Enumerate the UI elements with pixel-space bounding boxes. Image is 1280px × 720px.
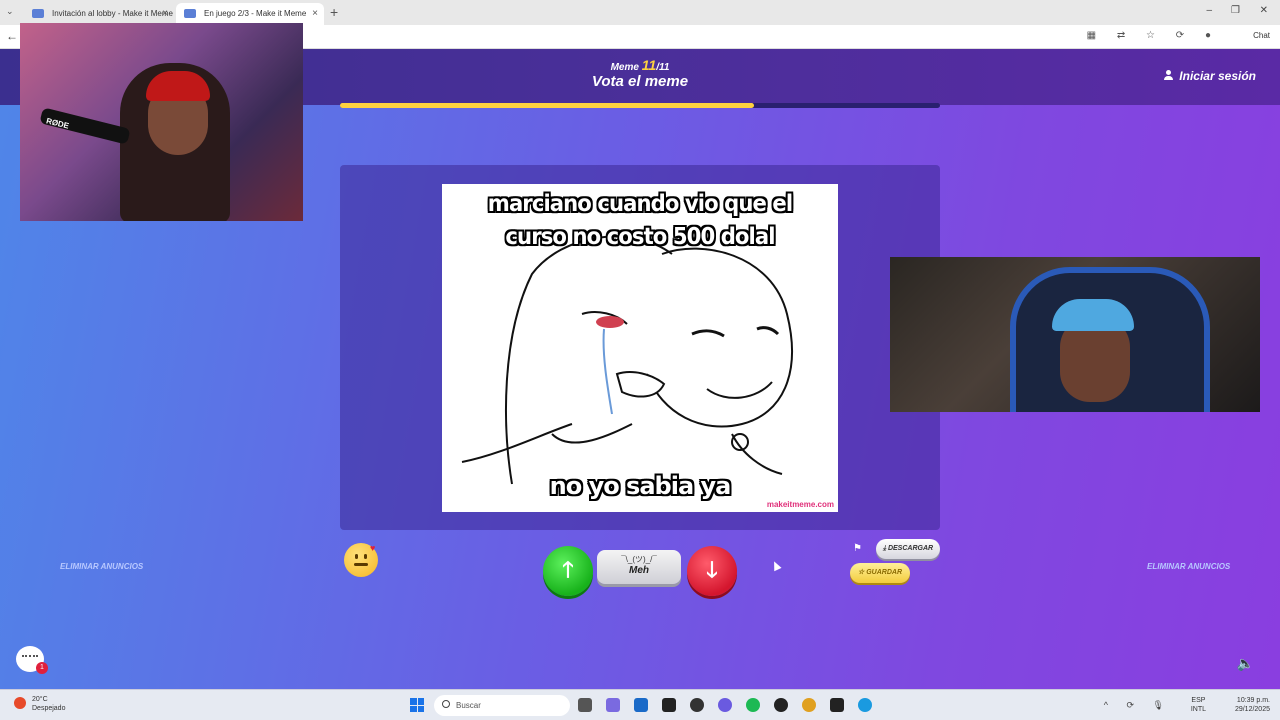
- chat-icon: [22, 655, 38, 661]
- spotify-icon[interactable]: [746, 698, 760, 712]
- save-button[interactable]: ☆ GUARDAR: [850, 563, 910, 583]
- file-explorer-icon[interactable]: [578, 698, 592, 712]
- vote-up-button[interactable]: 🡑: [543, 546, 593, 596]
- edge-icon[interactable]: [858, 698, 872, 712]
- new-tab-icon[interactable]: +: [330, 4, 338, 20]
- toolbar-icons[interactable]: ▦ ⇄ ☆ ⟳ ●: [1087, 30, 1220, 41]
- clock[interactable]: 10:39 p.m. 29/12/2025: [1235, 696, 1270, 714]
- minimize-icon[interactable]: –: [1206, 5, 1212, 16]
- mouse-cursor: [770, 559, 782, 572]
- remove-ads-left-link[interactable]: ELIMINAR ANUNCIOS: [60, 562, 143, 571]
- emoji-reaction-button[interactable]: ♥: [344, 543, 378, 577]
- time: 10:39 p.m.: [1236, 697, 1270, 704]
- language-indicator[interactable]: ESP INTL: [1191, 696, 1206, 714]
- date: 29/12/2025: [1234, 706, 1270, 713]
- close-window-icon[interactable]: ✕: [1260, 5, 1268, 16]
- epic-games-icon[interactable]: [830, 698, 844, 712]
- meme-current-number: 11: [641, 57, 657, 73]
- tab-lobby[interactable]: Invitación al lobby - Make it Meme ×: [24, 3, 174, 25]
- login-button[interactable]: Iniciar sesión: [1164, 69, 1256, 83]
- streamer-webcam-2: [890, 257, 1260, 412]
- weather-temp: 20°C: [32, 696, 48, 703]
- back-arrow-icon[interactable]: ←: [6, 29, 18, 43]
- tab-favicon-icon: [32, 9, 44, 18]
- meme-top-caption: marciano cuando vio que el curso no cost…: [487, 191, 793, 250]
- vote-meh-button[interactable]: ¯\_(ツ)_/¯ Meh: [597, 550, 681, 584]
- vote-down-button[interactable]: 🡓: [687, 546, 737, 596]
- discord-icon[interactable]: [718, 698, 732, 712]
- arrow-up-icon: 🡑: [562, 557, 574, 582]
- heart-icon: ♥: [370, 543, 376, 553]
- progress-fill: [340, 103, 754, 108]
- weather-desc: Despejado: [32, 705, 66, 712]
- windows-start-icon[interactable]: [410, 698, 424, 712]
- download-button[interactable]: ⤓ DESCARGAR: [876, 539, 940, 559]
- tab-game[interactable]: En juego 2/3 - Make it Meme ×: [176, 3, 324, 25]
- chat-button[interactable]: Chat: [1253, 31, 1270, 40]
- meme-watermark: makeitmeme.com: [766, 500, 834, 509]
- copilot-icon[interactable]: [606, 698, 620, 712]
- maximize-icon[interactable]: ❐: [1231, 5, 1240, 16]
- meh-label: Meh: [629, 565, 649, 576]
- system-tray-icons[interactable]: ^ ⟳ 🎙: [1104, 700, 1172, 711]
- taskbar: 20°C Despejado Buscar ^ ⟳ 🎙 ESP INTL 10:…: [0, 689, 1280, 720]
- login-label: Iniciar sesión: [1179, 69, 1256, 83]
- weather-widget[interactable]: 20°C Despejado: [14, 695, 65, 713]
- tab-close-icon[interactable]: ×: [162, 8, 168, 19]
- tab-title: Invitación al lobby - Make it Meme: [52, 9, 173, 18]
- streamer-webcam-1: RØDE: [20, 23, 303, 221]
- taskbar-search-input[interactable]: Buscar: [434, 695, 570, 716]
- report-flag-icon[interactable]: ⚑: [853, 543, 862, 554]
- chat-bubble-button[interactable]: 1: [16, 646, 48, 674]
- obs-icon[interactable]: [774, 698, 788, 712]
- vote-controls: 🡑 ¯\_(ツ)_/¯ Meh 🡓: [543, 546, 743, 596]
- user-icon: [1164, 70, 1174, 80]
- chat-badge: 1: [36, 662, 48, 674]
- shrug-face: ¯\_(ツ)_/¯: [621, 555, 657, 564]
- remove-ads-right-link[interactable]: ELIMINAR ANUNCIOS: [1147, 562, 1230, 571]
- tab-title: En juego 2/3 - Make it Meme: [204, 9, 307, 18]
- tab-favicon-icon: [184, 9, 196, 18]
- sound-icon[interactable]: 🔈: [1237, 655, 1254, 672]
- vote-progress-bar: [340, 103, 940, 108]
- search-icon: [442, 700, 450, 708]
- meme-panel: marciano cuando vio que el curso no cost…: [340, 165, 940, 530]
- browser-tabbar: ⌄ Invitación al lobby - Make it Meme × E…: [0, 0, 1280, 25]
- meme-image: marciano cuando vio que el curso no cost…: [442, 184, 838, 512]
- meme-bottom-caption: no yo sabia ya: [549, 472, 732, 500]
- store-icon[interactable]: [634, 698, 648, 712]
- app-icon[interactable]: [690, 698, 704, 712]
- chrome-icon[interactable]: [802, 698, 816, 712]
- capcut-icon[interactable]: [662, 698, 676, 712]
- meme-total: /11: [656, 62, 670, 73]
- arrow-down-icon: 🡓: [706, 557, 718, 582]
- weather-icon: [14, 697, 26, 709]
- tab-close-icon[interactable]: ×: [312, 8, 318, 19]
- tab-list-chevron-icon[interactable]: ⌄: [6, 6, 14, 17]
